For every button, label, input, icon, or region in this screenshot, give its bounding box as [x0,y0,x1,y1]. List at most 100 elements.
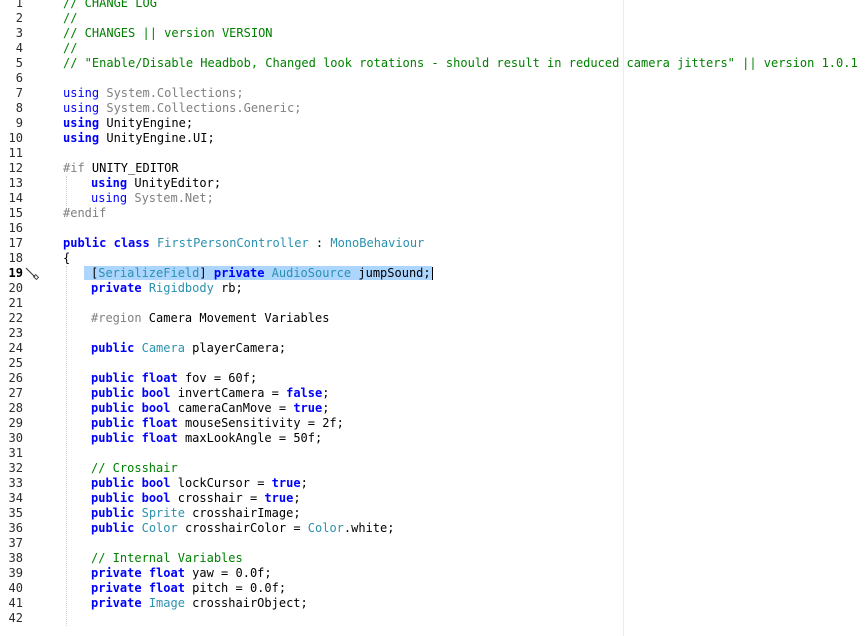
code-line[interactable]: 23 [0,326,868,341]
code-line[interactable]: 28 public bool cameraCanMove = true; [0,401,868,416]
code-line[interactable]: 6 [0,71,868,86]
code-line[interactable]: 41 private Image crosshairObject; [0,596,868,611]
code-token: crosshairObject; [184,596,308,610]
code-line[interactable]: 33 public bool lockCursor = true; [0,476,868,491]
code-line[interactable]: 3 // CHANGES || version VERSION [0,26,868,41]
code-line[interactable]: 1 // CHANGE LOG [0,0,868,11]
code-line[interactable]: 10 using UnityEngine.UI; [0,131,868,146]
line-number: 23 [8,326,23,340]
code-line[interactable]: 25 [0,356,868,371]
code-line[interactable]: 11 [0,146,868,161]
code-text: using System.Collections.Generic; [63,101,301,116]
code-text: using UnityEngine.UI; [63,131,215,146]
code-editor[interactable]: 1 // CHANGE LOG 2 // 3 // CHANGES || version … [0,0,868,636]
code-line[interactable]: 35 public Sprite crosshairImage; [0,506,868,521]
code-token: Sprite [141,506,185,520]
code-line[interactable]: 32 // Crosshair [0,461,868,476]
code-line[interactable]: 5 // "Enable/Disable Headbob, Changed loo… [0,56,868,71]
code-line[interactable]: 30 public float maxLookAngle = 50f; [0,431,868,446]
code-line[interactable]: 34 public bool crosshair = true; [0,491,868,506]
line-number: 19 [8,266,23,280]
code-token: ; [293,491,301,505]
line-number: 29 [8,416,23,430]
code-token: UnityEngine.UI; [99,131,215,145]
code-line[interactable]: 16 [0,221,868,236]
code-text: private float yaw = 0.0f; [91,566,272,581]
line-number: 17 [8,236,23,250]
line-number: 7 [15,86,23,100]
code-token: System.Collections.Generic; [99,101,302,115]
code-line[interactable]: 22 #region Camera Movement Variables [0,311,868,326]
line-number: 39 [8,566,23,580]
line-number: 14 [8,191,23,205]
code-line[interactable]: 4 // [0,41,868,56]
code-line[interactable]: 8 using System.Collections.Generic; [0,101,868,116]
code-token: ; [300,476,308,490]
code-line[interactable]: 36 public Color crosshairColor = Color.wh… [0,521,868,536]
code-token: true [293,401,323,415]
code-line[interactable]: 27 public bool invertCamera = false; [0,386,868,401]
code-token: Camera Movement Variables [141,311,330,325]
code-line[interactable]: 40 private float pitch = 0.0f; [0,581,868,596]
code-token: // [63,41,78,55]
code-line[interactable]: 9 using UnityEngine; [0,116,868,131]
code-text: // CHANGES || version VERSION [63,26,273,41]
code-line[interactable]: 37 [0,536,868,551]
code-line[interactable]: 42 [0,611,868,626]
code-line[interactable]: 24 public Camera playerCamera; [0,341,868,356]
line-number: 20 [8,281,23,295]
code-token: ; [322,386,330,400]
code-token: FirstPersonController [156,236,309,250]
code-line[interactable]: 21 [0,296,868,311]
code-line[interactable]: 14 using System.Net; [0,191,868,206]
code-line[interactable]: 17 public class FirstPersonController : M… [0,236,868,251]
code-line[interactable]: 18 { [0,251,868,266]
line-number: 25 [8,356,23,370]
line-number: 1 [15,0,23,10]
code-text: public bool invertCamera = false; [91,386,329,401]
code-token: pitch = 0.0f; [184,581,287,595]
code-token: using [63,86,100,100]
code-token: using [91,191,128,205]
code-line[interactable]: 31 [0,446,868,461]
code-token: // CHANGE LOG [63,0,157,10]
code-text: public class FirstPersonController : Mon… [63,236,424,251]
code-line[interactable]: 12 #if UNITY_EDITOR [0,161,868,176]
code-line[interactable]: 29 public float mouseSensitivity = 2f; [0,416,868,431]
quick-action-brush-icon[interactable] [24,266,40,281]
code-token: public [91,341,135,355]
code-token: float [141,416,178,430]
code-line[interactable]: 13 using UnityEditor; [0,176,868,191]
code-line[interactable]: 7 using System.Collections; [0,86,868,101]
code-token: playerCamera; [184,341,287,355]
line-number: 5 [15,56,23,70]
code-line[interactable]: 15 #endif [0,206,868,221]
line-number: 2 [15,11,23,25]
code-token: true [264,491,294,505]
code-token: // Internal Variables [91,551,243,565]
code-text: // "Enable/Disable Headbob, Changed look… [63,56,858,71]
code-token: private [91,281,142,295]
code-line[interactable]: 19 [SerializeField] private AudioSource j… [0,266,868,281]
code-token: #region [91,311,142,325]
code-line[interactable]: 2 // [0,11,868,26]
code-token: #endif [63,206,107,220]
code-line[interactable]: 20 private Rigidbody rb; [0,281,868,296]
code-line[interactable]: 26 public float fov = 60f; [0,371,868,386]
code-token: cameraCanMove = [170,401,294,415]
code-token: true [271,476,301,490]
code-token: using [63,131,100,145]
code-token: crosshairColor = [177,521,308,535]
code-token: // [63,11,78,25]
code-line[interactable]: 39 private float yaw = 0.0f; [0,566,868,581]
code-token: MonoBehaviour [330,236,425,250]
code-line[interactable]: 38 // Internal Variables [0,551,868,566]
text-caret [431,267,433,280]
code-token: #if [63,161,85,175]
code-token: UnityEditor; [127,176,222,190]
code-token: fov = 60f; [177,371,258,385]
code-token: // "Enable/Disable Headbob, Changed look… [63,56,858,70]
